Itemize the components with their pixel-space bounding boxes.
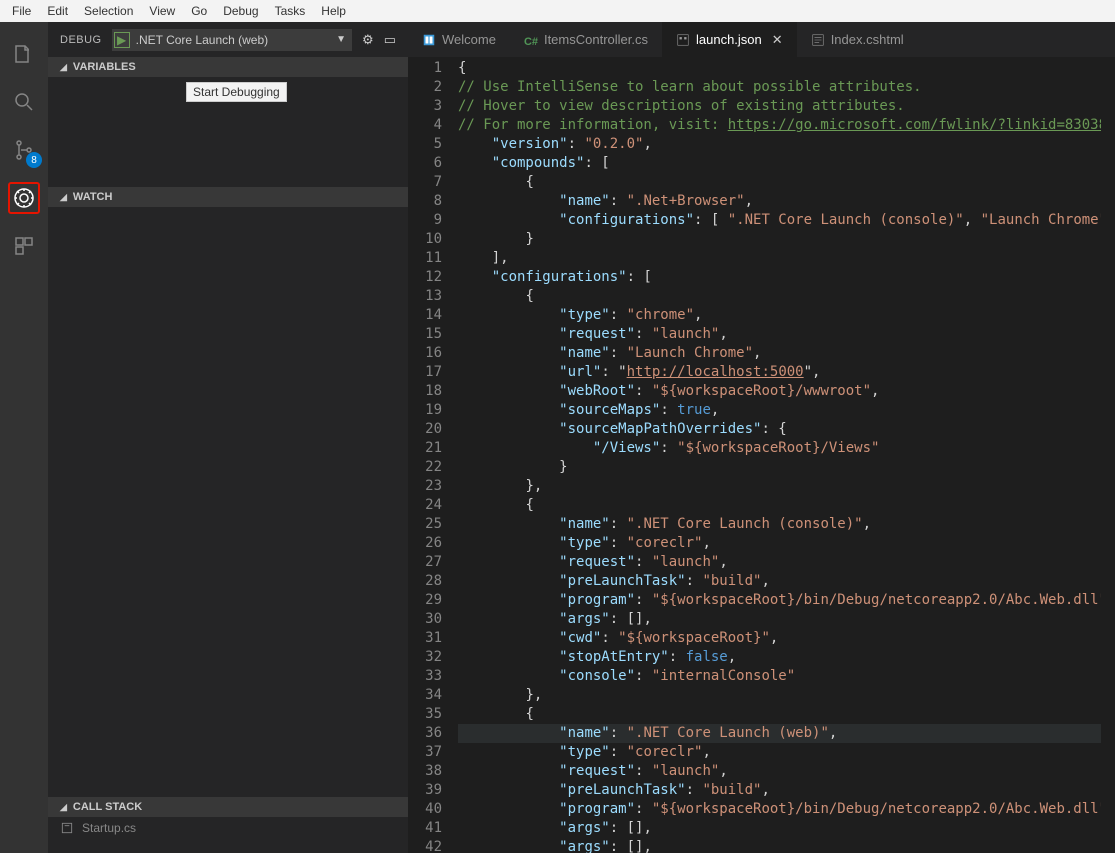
tooltip: Start Debugging	[186, 82, 287, 102]
menubar: FileEditSelectionViewGoDebugTasksHelp	[0, 0, 1115, 22]
menu-help[interactable]: Help	[313, 4, 354, 18]
tab-label: Welcome	[442, 32, 496, 47]
close-icon[interactable]: ✕	[772, 32, 783, 48]
editor-tabs: Welcome C# ItemsController.cs launch.json ✕ I…	[408, 22, 1115, 57]
cshtml-icon	[811, 33, 825, 47]
callstack-header[interactable]: ◢CALL STACK	[48, 797, 408, 817]
watch-header[interactable]: ◢WATCH	[48, 187, 408, 207]
editor-area: Welcome C# ItemsController.cs launch.json ✕ I…	[408, 22, 1115, 853]
callstack-item[interactable]: Startup.cs	[48, 817, 408, 839]
menu-tasks[interactable]: Tasks	[267, 4, 314, 18]
tab-label: ItemsController.cs	[544, 32, 648, 47]
chevron-down-icon: ▼	[336, 34, 346, 45]
explorer-icon[interactable]	[0, 30, 48, 78]
line-numbers: 1234567891011121314151617181920212223242…	[408, 57, 458, 853]
debug-sidebar: DEBUG ▶ .NET Core Launch (web) ▼ ⚙ ▭ Sta…	[48, 22, 408, 853]
tab-itemscontroller-cs[interactable]: C# ItemsController.cs	[510, 22, 662, 57]
menu-selection[interactable]: Selection	[76, 4, 141, 18]
tab-welcome[interactable]: Welcome	[408, 22, 510, 57]
cs-icon: C#	[524, 33, 538, 47]
tab-launch-json[interactable]: launch.json ✕	[662, 22, 797, 57]
extensions-icon[interactable]	[0, 222, 48, 270]
tab-label: Index.cshtml	[831, 32, 904, 47]
source-control-icon[interactable]: 8	[0, 126, 48, 174]
gear-icon[interactable]: ⚙	[362, 32, 374, 48]
scrollbar[interactable]	[1101, 57, 1115, 853]
debug-title: DEBUG	[60, 34, 102, 46]
scm-badge: 8	[26, 152, 42, 168]
debug-icon[interactable]	[8, 182, 40, 214]
variables-header[interactable]: ◢VARIABLES	[48, 57, 408, 77]
twistie-icon: ◢	[60, 192, 67, 203]
menu-go[interactable]: Go	[183, 4, 215, 18]
twistie-icon: ◢	[60, 802, 67, 813]
menu-file[interactable]: File	[4, 4, 39, 18]
menu-debug[interactable]: Debug	[215, 4, 266, 18]
launch-config-dropdown[interactable]: ▶ .NET Core Launch (web) ▼	[112, 29, 352, 51]
start-debugging-icon[interactable]: ▶	[114, 32, 130, 48]
code-editor[interactable]: 1234567891011121314151617181920212223242…	[408, 57, 1115, 853]
activitybar: 8	[0, 22, 48, 853]
search-icon[interactable]	[0, 78, 48, 126]
tab-label: launch.json	[696, 32, 762, 47]
debug-console-icon[interactable]: ▭	[384, 32, 396, 48]
tab-index-cshtml[interactable]: Index.cshtml	[797, 22, 918, 57]
launch-config-name: .NET Core Launch (web)	[136, 33, 331, 47]
welcome-icon	[422, 33, 436, 47]
menu-edit[interactable]: Edit	[39, 4, 76, 18]
code-content[interactable]: {// Use IntelliSense to learn about poss…	[458, 57, 1101, 853]
json-icon	[676, 33, 690, 47]
twistie-icon: ◢	[60, 62, 67, 73]
menu-view[interactable]: View	[141, 4, 183, 18]
